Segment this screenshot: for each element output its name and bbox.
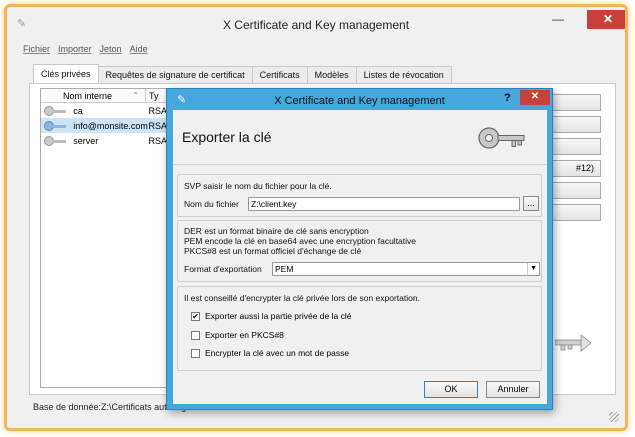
filename-instruction: SVP saisir le nom du fichier pour la clé…	[184, 181, 332, 191]
filename-label: Nom du fichier	[184, 199, 239, 209]
tab-templates[interactable]: Modèles	[306, 66, 357, 83]
export-pkcs8-checkbox[interactable]: Exporter en PKCS#8	[191, 330, 284, 340]
main-titlebar: ✎ X Certificate and Key management — ✕	[7, 7, 625, 39]
tab-certificates[interactable]: Certificats	[251, 66, 308, 83]
filename-group: SVP saisir le nom du fichier pour la clé…	[177, 174, 542, 217]
key-list-header: Nom interne ⌃ Ty	[41, 89, 167, 103]
export-key-dialog: ✎ X Certificate and Key management ? ✕ E…	[166, 88, 553, 410]
key-icon	[44, 105, 66, 116]
menu-aide[interactable]: Aide	[130, 44, 148, 54]
help-button[interactable]: ?	[504, 92, 511, 104]
chevron-down-icon: ▼	[527, 263, 539, 275]
list-item[interactable]: server RSA	[41, 133, 167, 148]
screenshot-frame: ✎ X Certificate and Key management — ✕ F…	[4, 4, 628, 431]
cancel-button[interactable]: Annuler	[486, 381, 540, 398]
format-desc-der: DER est un format binaire de clé sans en…	[184, 226, 369, 236]
key-type: RSA	[148, 120, 167, 131]
tab-revocation-lists[interactable]: Listes de révocation	[355, 66, 452, 83]
menu-jeton[interactable]: Jeton	[100, 44, 122, 54]
key-icon	[44, 120, 66, 131]
export-format-value: PEM	[275, 264, 294, 274]
heading-separator	[173, 164, 547, 165]
menu-bar: Fichier Importer Jeton Aide	[23, 44, 148, 54]
tab-signing-requests[interactable]: Requêtes de signature de certificat	[97, 66, 253, 83]
checkbox-empty-icon	[191, 330, 200, 340]
minimize-button[interactable]: —	[544, 11, 572, 29]
browse-button[interactable]: ...	[523, 196, 539, 211]
menu-importer[interactable]: Importer	[58, 44, 92, 54]
format-desc-pem: PEM encode la clé en base64 avec une enc…	[184, 236, 417, 246]
dialog-heading: Exporter la clé	[182, 129, 272, 145]
dialog-body: Exporter la clé SVP saisir le nom du fic…	[173, 110, 547, 404]
export-pkcs8-label: Exporter en PKCS#8	[205, 330, 284, 340]
column-internal-name[interactable]: Nom interne ⌃	[41, 89, 146, 102]
key-type: RSA	[148, 135, 167, 146]
list-item[interactable]: ca RSA	[41, 103, 167, 118]
format-label: Format d'exportation	[184, 264, 262, 274]
dialog-title: X Certificate and Key management	[274, 95, 445, 107]
window-title: X Certificate and Key management	[222, 18, 410, 32]
checkbox-checked-icon: ✔	[191, 311, 200, 321]
encrypt-password-checkbox[interactable]: Encrypter la clé avec un mot de passe	[191, 348, 349, 358]
key-icon	[44, 135, 66, 146]
sort-arrow-icon: ⌃	[132, 91, 139, 100]
options-group: Il est conseillé d'encrypter la clé priv…	[177, 286, 542, 371]
key-icon	[478, 127, 525, 149]
encrypt-advice: Il est conseillé d'encrypter la clé priv…	[184, 293, 420, 303]
tab-private-keys[interactable]: Clés privées	[33, 64, 99, 83]
dialog-close-button[interactable]: ✕	[520, 90, 550, 105]
ok-button[interactable]: OK	[424, 381, 478, 398]
list-item[interactable]: info@monsite.com RSA	[41, 118, 167, 133]
close-window-button[interactable]: ✕	[587, 10, 625, 29]
format-desc-pkcs8: PKCS#8 est un format officiel d'échange …	[184, 246, 362, 256]
format-group: DER est un format binaire de clé sans en…	[177, 220, 542, 282]
key-list[interactable]: Nom interne ⌃ Ty ca RSA info@monsite.com…	[40, 88, 168, 388]
encrypt-password-label: Encrypter la clé avec un mot de passe	[205, 348, 350, 358]
filename-input[interactable]: Z:\client.key	[248, 197, 520, 211]
key-name: server	[73, 135, 99, 146]
checkbox-empty-icon	[191, 348, 200, 358]
column-internal-name-label: Nom interne	[63, 91, 113, 101]
export-format-select[interactable]: PEM ▼	[272, 262, 540, 276]
column-type[interactable]: Ty	[146, 89, 159, 102]
key-type: RSA	[148, 105, 167, 116]
key-illustration-icon	[555, 334, 591, 352]
key-name: info@monsite.com	[73, 120, 148, 131]
key-name: ca	[73, 105, 83, 116]
tab-strip: Clés privées Requêtes de signature de ce…	[33, 64, 452, 83]
resize-grip-icon[interactable]	[609, 412, 619, 422]
menu-fichier[interactable]: Fichier	[23, 44, 50, 54]
export-private-checkbox[interactable]: ✔ Exporter aussi la partie privée de la …	[191, 311, 351, 321]
export-private-label: Exporter aussi la partie privée de la cl…	[205, 311, 352, 321]
